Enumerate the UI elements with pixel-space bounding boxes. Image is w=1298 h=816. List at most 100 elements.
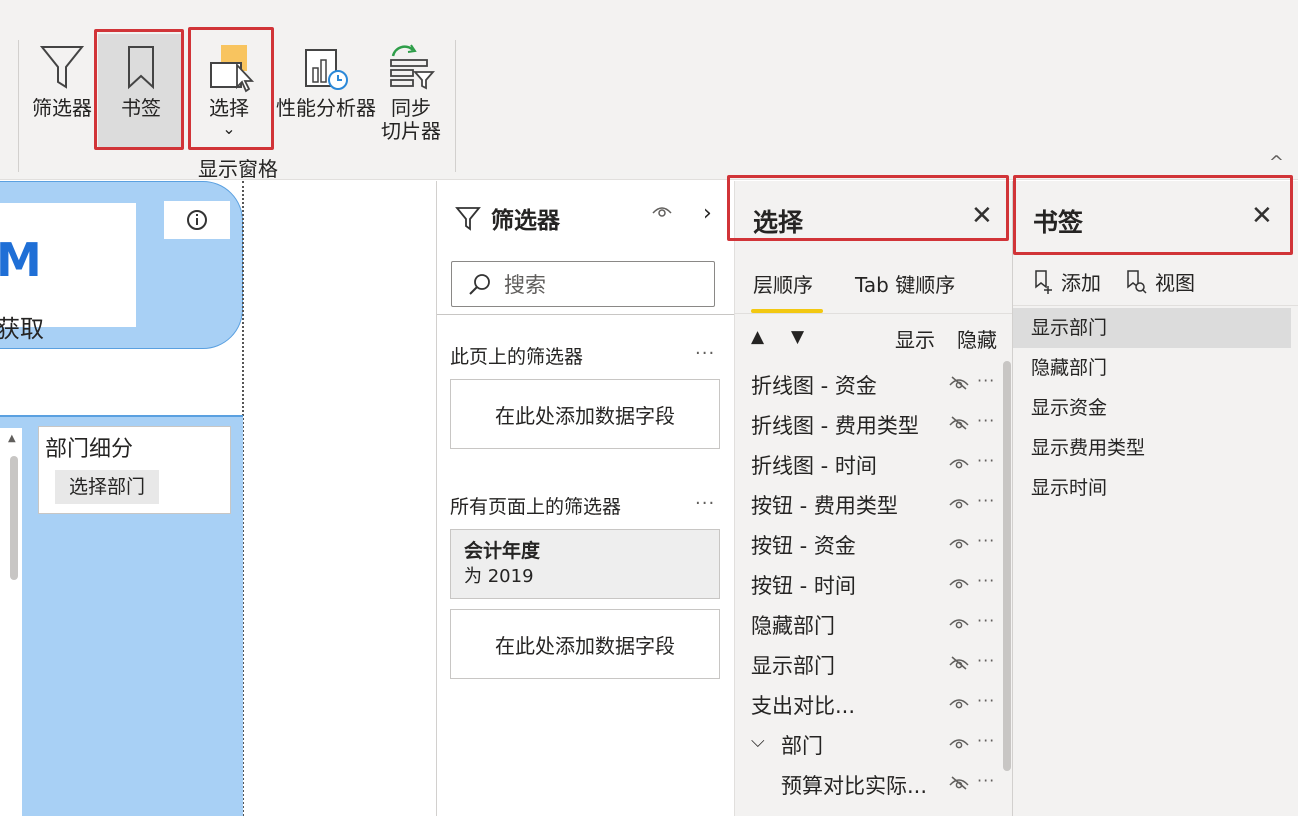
- bookmark-item[interactable]: 隐藏部门: [1013, 348, 1291, 388]
- bookmark-icon: [115, 40, 167, 96]
- eye-icon[interactable]: [651, 203, 673, 223]
- move-down-icon[interactable]: ▼: [791, 327, 804, 347]
- bookmark-item[interactable]: 显示部门: [1013, 308, 1291, 348]
- fiscal-year-filter-value: 为 2019: [464, 566, 534, 587]
- more-options-icon[interactable]: ···: [977, 451, 995, 470]
- layer-name: 显示部门: [751, 654, 835, 678]
- hide-column-header[interactable]: 隐藏: [957, 324, 997, 353]
- layer-row[interactable]: 按钮 - 资金 ···: [735, 523, 1003, 563]
- eye-icon[interactable]: [949, 455, 969, 474]
- filter-pane-title: 筛选器: [491, 208, 560, 234]
- eye-icon[interactable]: [949, 495, 969, 514]
- ribbon: 筛选器 书签 选择 ⌄ 性能分析器 同步 切片器 显示窗格 ^: [0, 0, 1298, 181]
- layer-row[interactable]: 预算对比实际... ···: [735, 763, 1003, 803]
- bookmark-item[interactable]: 显示资金: [1013, 388, 1291, 428]
- scrollbar-thumb[interactable]: [1003, 361, 1011, 771]
- divider: [735, 313, 1013, 314]
- divider: [437, 314, 735, 315]
- sync-slicers-label-line2: 切片器: [381, 119, 441, 143]
- layer-row[interactable]: 折线图 - 时间 ···: [735, 443, 1003, 483]
- department-breakdown-title: 部门细分: [45, 437, 134, 462]
- eye-icon[interactable]: [949, 695, 969, 714]
- selection-pane-label: 选择: [209, 96, 249, 120]
- eye-icon[interactable]: [949, 535, 969, 554]
- view-bookmark-button[interactable]: 视图: [1125, 267, 1195, 296]
- kpi-card-inner: M 获取: [0, 203, 136, 343]
- filter-search-input[interactable]: 搜索: [451, 261, 715, 307]
- view-bookmark-label: 视图: [1155, 271, 1195, 295]
- collapse-ribbon-icon[interactable]: ^: [1269, 152, 1284, 173]
- sync-slicers-label-line1: 同步: [391, 96, 431, 120]
- selection-pane-title: 选择: [753, 208, 804, 237]
- layer-name: 按钮 - 时间: [751, 574, 856, 598]
- tab-layer-order[interactable]: 层顺序: [753, 269, 813, 298]
- ribbon-separator: [455, 40, 456, 172]
- more-options-icon[interactable]: ···: [977, 531, 995, 550]
- more-options-icon[interactable]: ···: [695, 343, 715, 364]
- select-department-button[interactable]: 选择部门: [55, 470, 160, 504]
- close-icon[interactable]: ✕: [1251, 201, 1273, 231]
- more-options-icon[interactable]: ···: [977, 491, 995, 510]
- layer-name: 支出对比...: [751, 694, 856, 718]
- eye-icon[interactable]: [949, 735, 969, 754]
- filter-pane-button[interactable]: 筛选器: [30, 40, 94, 120]
- close-icon[interactable]: ✕: [971, 201, 993, 231]
- tab-tab-order[interactable]: Tab 键顺序: [855, 269, 955, 298]
- more-options-icon[interactable]: ···: [977, 611, 995, 630]
- more-options-icon[interactable]: ···: [977, 651, 995, 670]
- layer-row[interactable]: 按钮 - 费用类型 ···: [735, 483, 1003, 523]
- all-pages-filters-heading: 所有页面上的筛选器: [450, 496, 622, 518]
- selection-icon: [203, 40, 255, 96]
- layer-row[interactable]: 支出对比... ···: [735, 683, 1003, 723]
- divider: [1013, 305, 1298, 306]
- show-column-header[interactable]: 显示: [895, 324, 935, 353]
- fiscal-year-filter-title: 会计年度: [464, 540, 541, 562]
- collapse-pane-icon[interactable]: ›: [703, 201, 712, 226]
- layer-name: 预算对比实际...: [781, 774, 928, 798]
- eye-hidden-icon[interactable]: [949, 775, 969, 794]
- layer-row[interactable]: 折线图 - 费用类型 ···: [735, 403, 1003, 443]
- kpi-card-label: 获取: [0, 315, 44, 343]
- move-up-icon[interactable]: ▲: [751, 327, 764, 347]
- bookmark-pane-label: 书签: [121, 96, 161, 120]
- layer-name: 按钮 - 资金: [751, 534, 856, 558]
- report-canvas: M 获取 ▲ 部门细分 选择部门: [0, 181, 436, 816]
- bookmark-pane-button[interactable]: 书签: [110, 40, 172, 120]
- eye-hidden-icon[interactable]: [949, 415, 969, 434]
- layer-row[interactable]: ⌵ 部门 ···: [735, 723, 1003, 763]
- bookmark-item[interactable]: 显示费用类型: [1013, 428, 1291, 468]
- sync-slicers-button[interactable]: 同步 切片器: [380, 40, 442, 142]
- selection-pane-button[interactable]: 选择 ⌄: [196, 40, 262, 137]
- department-breakdown-card: 部门细分 选择部门: [38, 426, 231, 514]
- info-button[interactable]: [164, 201, 230, 239]
- more-options-icon[interactable]: ···: [977, 571, 995, 590]
- scrollbar-thumb[interactable]: [10, 456, 18, 580]
- filter-icon: [36, 40, 88, 96]
- chevron-down-icon[interactable]: ⌄: [222, 121, 235, 137]
- eye-hidden-icon[interactable]: [949, 655, 969, 674]
- more-options-icon[interactable]: ···: [977, 691, 995, 710]
- eye-icon[interactable]: [949, 615, 969, 634]
- layer-row[interactable]: 折线图 - 资金 ···: [735, 363, 1003, 403]
- layer-row[interactable]: 按钮 - 时间 ···: [735, 563, 1003, 603]
- layer-row[interactable]: 隐藏部门 ···: [735, 603, 1003, 643]
- layer-row[interactable]: 显示部门 ···: [735, 643, 1003, 683]
- bookmark-item[interactable]: 显示时间: [1013, 468, 1291, 508]
- add-data-field-page[interactable]: 在此处添加数据字段: [450, 379, 720, 449]
- more-options-icon[interactable]: ···: [695, 493, 715, 514]
- filter-pane-label: 筛选器: [32, 96, 92, 120]
- add-data-field-all[interactable]: 在此处添加数据字段: [450, 609, 720, 679]
- eye-icon[interactable]: [949, 575, 969, 594]
- search-placeholder: 搜索: [504, 273, 546, 297]
- more-options-icon[interactable]: ···: [977, 771, 995, 790]
- performance-analyzer-button[interactable]: 性能分析器: [276, 40, 376, 120]
- chevron-down-icon[interactable]: ⌵: [751, 731, 765, 752]
- more-options-icon[interactable]: ···: [977, 731, 995, 750]
- eye-hidden-icon[interactable]: [949, 375, 969, 394]
- more-options-icon[interactable]: ···: [977, 411, 995, 430]
- sync-slicers-icon: [385, 40, 437, 96]
- fiscal-year-filter-card[interactable]: 会计年度 为 2019: [450, 529, 720, 599]
- add-bookmark-button[interactable]: 添加: [1033, 267, 1101, 296]
- more-options-icon[interactable]: ···: [977, 371, 995, 390]
- scroll-up-icon[interactable]: ▲: [8, 433, 16, 444]
